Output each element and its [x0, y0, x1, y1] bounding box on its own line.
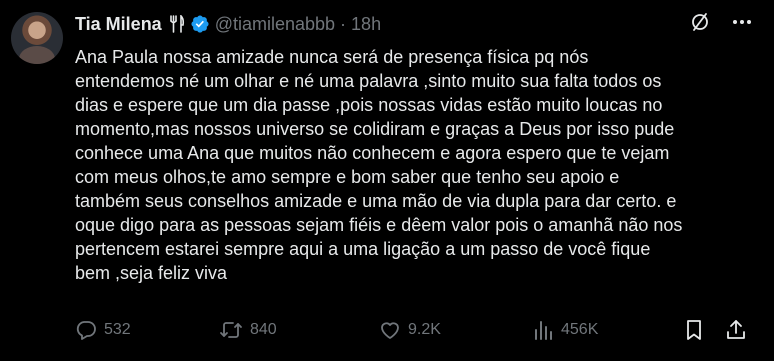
- heart-icon: [379, 319, 401, 341]
- reply-count: 532: [104, 321, 131, 338]
- timestamp[interactable]: 18h: [351, 14, 381, 35]
- grok-icon[interactable]: [690, 12, 710, 32]
- share-icon[interactable]: [725, 319, 747, 341]
- views-button[interactable]: 456K: [532, 317, 598, 343]
- repost-count: 840: [250, 321, 277, 338]
- tweet[interactable]: Tia Milena @tiamilenabbb · 18h Ana Paula…: [0, 0, 774, 361]
- like-button[interactable]: 9.2K: [379, 317, 441, 343]
- tweet-text: Ana Paula nossa amizade nunca será de pr…: [75, 47, 683, 283]
- like-count: 9.2K: [408, 321, 441, 338]
- user-handle[interactable]: @tiamilenabbb: [215, 14, 335, 35]
- repost-icon: [219, 319, 243, 341]
- tweet-top-actions: [690, 12, 752, 32]
- views-icon: [532, 319, 554, 341]
- verified-badge-icon[interactable]: [190, 14, 210, 34]
- tweet-header: Tia Milena @tiamilenabbb · 18h: [75, 12, 381, 36]
- tweet-actions: 532 840 9.2K 456K: [75, 317, 745, 343]
- more-dots-icon[interactable]: [732, 19, 752, 25]
- avatar-figure: [19, 46, 55, 64]
- views-count: 456K: [561, 321, 599, 338]
- fork-knife-icon: [169, 15, 185, 33]
- reply-button[interactable]: 532: [75, 317, 131, 343]
- display-name[interactable]: Tia Milena: [75, 14, 162, 35]
- repost-button[interactable]: 840: [219, 317, 277, 343]
- avatar[interactable]: [11, 12, 63, 64]
- bookmark-icon[interactable]: [684, 319, 704, 341]
- reply-icon: [75, 319, 97, 341]
- separator-dot: ·: [340, 13, 347, 34]
